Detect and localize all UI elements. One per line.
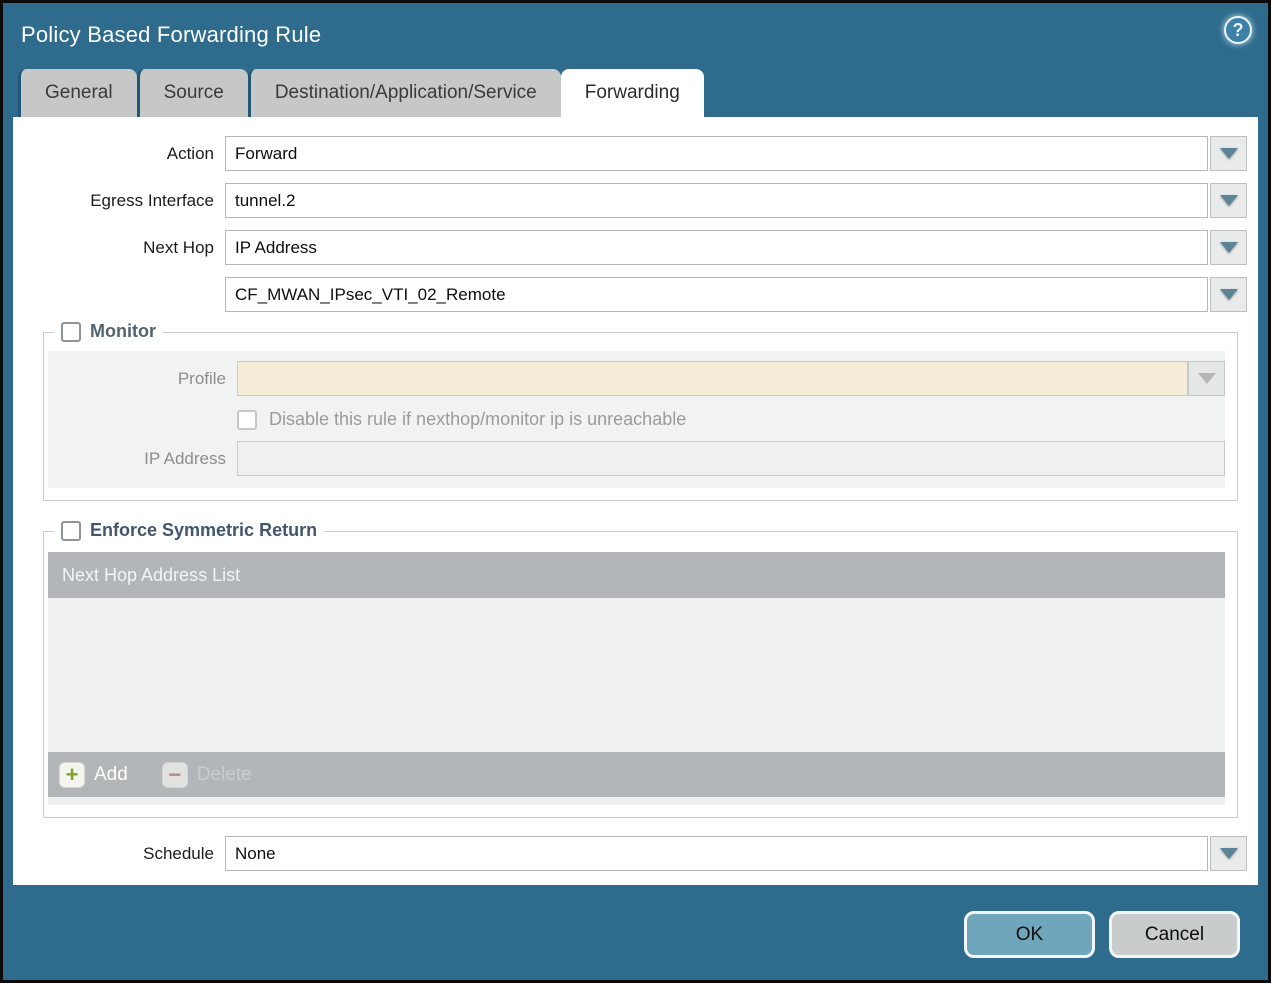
next-hop-address-dropdown-button[interactable] xyxy=(1210,277,1247,312)
tab-general[interactable]: General xyxy=(18,69,137,117)
chevron-down-icon xyxy=(1220,148,1238,159)
monitor-legend: Monitor xyxy=(54,321,163,342)
next-hop-address-row: CF_MWAN_IPsec_VTI_02_Remote xyxy=(13,277,1247,312)
tab-forwarding[interactable]: Forwarding xyxy=(561,69,704,117)
next-hop-address-value[interactable]: CF_MWAN_IPsec_VTI_02_Remote xyxy=(225,277,1208,312)
chevron-down-icon xyxy=(1220,242,1238,253)
plus-icon: + xyxy=(59,762,85,788)
monitor-profile-row: Profile xyxy=(48,361,1225,396)
action-dropdown[interactable]: Forward xyxy=(225,136,1247,171)
tab-source[interactable]: Source xyxy=(137,69,248,117)
ok-button[interactable]: OK xyxy=(964,911,1095,958)
next-hop-type-value[interactable]: IP Address xyxy=(225,230,1208,265)
delete-button: − Delete xyxy=(162,762,252,788)
action-dropdown-button[interactable] xyxy=(1210,136,1247,171)
monitor-group: Monitor Profile Disable this rule if xyxy=(43,332,1238,501)
monitor-ip-address-label: IP Address xyxy=(48,449,226,469)
action-value[interactable]: Forward xyxy=(225,136,1208,171)
help-icon[interactable]: ? xyxy=(1224,16,1252,44)
table-bottom-strip xyxy=(48,797,1225,805)
enforce-symmetric-return-group: Enforce Symmetric Return Next Hop Addres… xyxy=(43,531,1238,818)
monitor-profile-dropdown-button xyxy=(1188,361,1225,396)
monitor-profile-label: Profile xyxy=(48,369,226,389)
monitor-profile-dropdown xyxy=(237,361,1225,396)
monitor-ip-address-row: IP Address xyxy=(48,441,1225,476)
egress-interface-dropdown-button[interactable] xyxy=(1210,183,1247,218)
dialog-footer: OK Cancel xyxy=(3,885,1268,980)
pbf-rule-dialog: Policy Based Forwarding Rule ? General S… xyxy=(0,0,1271,983)
schedule-label: Schedule xyxy=(13,844,214,864)
disable-rule-checkbox xyxy=(237,410,257,430)
minus-icon: − xyxy=(162,762,188,788)
chevron-down-icon xyxy=(1198,373,1216,384)
chevron-down-icon xyxy=(1220,195,1238,206)
enforce-symmetric-return-title: Enforce Symmetric Return xyxy=(90,520,317,541)
schedule-dropdown[interactable]: None xyxy=(225,836,1247,871)
add-button-label: Add xyxy=(94,764,128,786)
add-button[interactable]: + Add xyxy=(59,762,128,788)
disable-rule-label: Disable this rule if nexthop/monitor ip … xyxy=(269,409,686,430)
next-hop-address-list-header: Next Hop Address List xyxy=(48,552,1225,598)
next-hop-address-list-body[interactable] xyxy=(48,598,1225,752)
next-hop-type-dropdown-button[interactable] xyxy=(1210,230,1247,265)
action-label: Action xyxy=(13,144,214,164)
monitor-title: Monitor xyxy=(90,321,156,342)
egress-interface-value[interactable]: tunnel.2 xyxy=(225,183,1208,218)
schedule-value[interactable]: None xyxy=(225,836,1208,871)
dialog-titlebar: Policy Based Forwarding Rule ? xyxy=(3,3,1268,67)
next-hop-address-dropdown[interactable]: CF_MWAN_IPsec_VTI_02_Remote xyxy=(225,277,1247,312)
egress-interface-row: Egress Interface tunnel.2 xyxy=(13,183,1247,218)
tab-destination-application-service[interactable]: Destination/Application/Service xyxy=(248,69,561,117)
next-hop-type-dropdown[interactable]: IP Address xyxy=(225,230,1247,265)
egress-interface-label: Egress Interface xyxy=(13,191,214,211)
delete-button-label: Delete xyxy=(197,764,252,786)
egress-interface-dropdown[interactable]: tunnel.2 xyxy=(225,183,1247,218)
next-hop-address-list-table: Next Hop Address List + Add − Delete xyxy=(48,552,1225,805)
enforce-symmetric-return-legend: Enforce Symmetric Return xyxy=(54,520,324,541)
schedule-row: Schedule None xyxy=(13,836,1247,871)
next-hop-label: Next Hop xyxy=(13,238,214,258)
monitor-panel: Profile Disable this rule if nexthop/mon… xyxy=(48,351,1225,488)
monitor-profile-value xyxy=(237,361,1188,396)
tab-bar: General Source Destination/Application/S… xyxy=(3,67,1268,117)
action-row: Action Forward xyxy=(13,136,1247,171)
next-hop-address-list-toolbar: + Add − Delete xyxy=(48,752,1225,797)
chevron-down-icon xyxy=(1220,289,1238,300)
next-hop-row: Next Hop IP Address xyxy=(13,230,1247,265)
enforce-symmetric-return-checkbox[interactable] xyxy=(61,521,81,541)
monitor-disable-rule-row: Disable this rule if nexthop/monitor ip … xyxy=(48,409,1225,430)
monitor-checkbox[interactable] xyxy=(61,322,81,342)
monitor-ip-address-input xyxy=(237,441,1225,476)
dialog-title: Policy Based Forwarding Rule xyxy=(21,22,321,48)
cancel-button[interactable]: Cancel xyxy=(1109,911,1240,958)
tab-panel-forwarding: Action Forward Egress Interface tunnel.2… xyxy=(13,117,1258,885)
schedule-dropdown-button[interactable] xyxy=(1210,836,1247,871)
chevron-down-icon xyxy=(1220,848,1238,859)
